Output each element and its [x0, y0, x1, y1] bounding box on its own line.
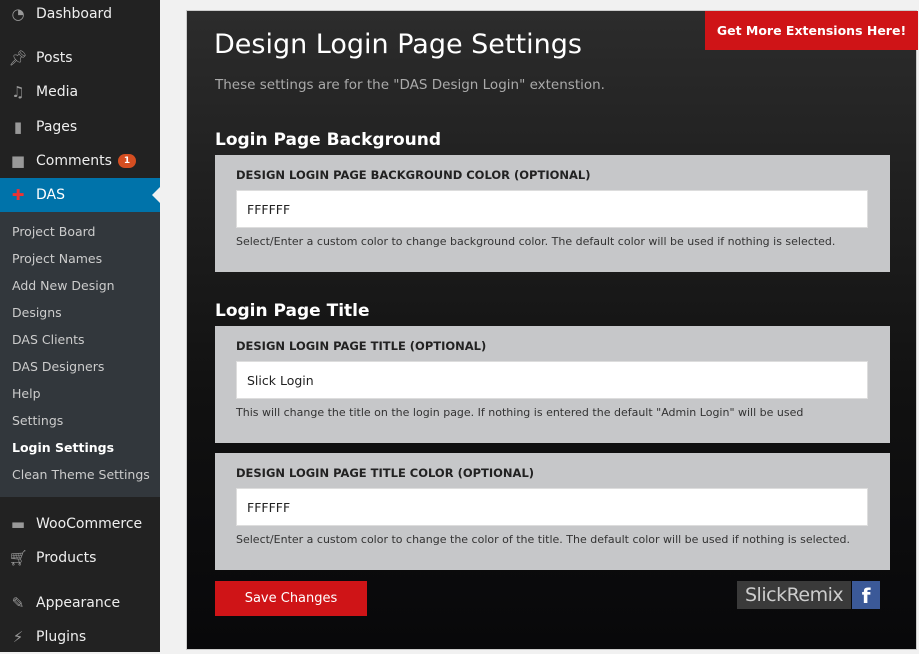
- menu-media[interactable]: ♫ Media: [0, 75, 160, 109]
- menu-pages[interactable]: ▮ Pages: [0, 110, 160, 144]
- menu-das[interactable]: ✚ DAS: [0, 178, 160, 212]
- submenu-item[interactable]: Project Names: [12, 251, 102, 266]
- das-icon: ✚: [11, 186, 25, 204]
- login-title-input[interactable]: [236, 361, 868, 399]
- pin-icon: 📌︎: [8, 49, 28, 67]
- get-extensions-button[interactable]: Get More Extensions Here!: [705, 11, 918, 50]
- cart-icon: 🛒︎: [8, 549, 28, 567]
- menu-dashboard[interactable]: ◔ Dashboard: [0, 0, 160, 31]
- section-title: Login Page Title: [215, 301, 370, 321]
- slickremix-wordmark[interactable]: SlickRemix: [737, 581, 852, 609]
- menu-label: Plugins: [36, 629, 87, 645]
- submenu-item[interactable]: Help: [12, 386, 41, 401]
- field-description: Select/Enter a custom color to change th…: [236, 533, 851, 546]
- comment-icon: ■: [10, 152, 26, 170]
- brush-icon: ✎: [11, 594, 25, 612]
- slickremix-logo[interactable]: SlickRemix f: [737, 581, 881, 609]
- admin-sidebar: ◔ Dashboard 📌︎ Posts ♫ Media ▮ Pages ■ Commen…: [0, 0, 160, 652]
- save-changes-button[interactable]: Save Changes: [215, 581, 367, 616]
- menu-posts[interactable]: 📌︎ Posts: [0, 41, 160, 75]
- plug-icon: ⚡: [12, 628, 24, 646]
- menu-products[interactable]: 🛒︎ Products: [0, 541, 160, 575]
- menu-plugins[interactable]: ⚡ Plugins: [0, 620, 160, 654]
- field-label: DESIGN LOGIN PAGE TITLE COLOR (OPTIONAL): [236, 466, 535, 480]
- menu-label: Dashboard: [36, 6, 112, 22]
- submenu-item[interactable]: Project Board: [12, 224, 95, 239]
- pages-icon: ▮: [13, 118, 23, 136]
- submenu-item[interactable]: Add New Design: [12, 278, 115, 293]
- menu-comments[interactable]: ■ Comments 1: [0, 144, 160, 178]
- settings-panel: Get More Extensions Here! Design Login P…: [186, 10, 918, 650]
- page-subtitle: These settings are for the "DAS Design L…: [215, 77, 605, 93]
- submenu-item[interactable]: DAS Clients: [12, 332, 85, 347]
- menu-label: Products: [36, 550, 97, 566]
- submenu-item-current[interactable]: Login Settings: [12, 440, 114, 455]
- page-title: Design Login Page Settings: [214, 29, 582, 60]
- media-icon: ♫: [11, 83, 25, 101]
- das-submenu: Project Board Project Names Add New Desi…: [0, 212, 160, 497]
- submenu-item[interactable]: DAS Designers: [12, 359, 104, 374]
- field-group: DESIGN LOGIN PAGE TITLE (OPTIONAL) This …: [215, 326, 890, 443]
- field-description: Select/Enter a custom color to change ba…: [236, 235, 836, 248]
- dashboard-icon: ◔: [11, 5, 25, 23]
- submenu-item[interactable]: Settings: [12, 413, 63, 428]
- section-title: Login Page Background: [215, 130, 442, 150]
- menu-label: WooCommerce: [36, 516, 143, 532]
- menu-label: Comments: [36, 153, 112, 169]
- comment-count-badge: 1: [117, 154, 137, 168]
- menu-woocommerce[interactable]: ▬ WooCommerce: [0, 507, 160, 541]
- field-description: This will change the title on the login …: [236, 406, 804, 419]
- menu-label: DAS: [36, 187, 65, 203]
- submenu-item[interactable]: Clean Theme Settings: [12, 467, 150, 482]
- menu-label: Pages: [36, 119, 78, 135]
- facebook-icon[interactable]: f: [852, 581, 881, 609]
- menu-label: Posts: [36, 50, 73, 66]
- field-label: DESIGN LOGIN PAGE BACKGROUND COLOR (OPTI…: [236, 168, 591, 182]
- field-group: DESIGN LOGIN PAGE BACKGROUND COLOR (OPTI…: [215, 155, 890, 272]
- woo-icon: ▬: [10, 515, 26, 533]
- field-label: DESIGN LOGIN PAGE TITLE (OPTIONAL): [236, 339, 487, 353]
- title-color-input[interactable]: [236, 488, 868, 526]
- submenu-item[interactable]: Designs: [12, 305, 62, 320]
- menu-label: Appearance: [36, 595, 121, 611]
- menu-label: Media: [36, 84, 79, 100]
- field-group: DESIGN LOGIN PAGE TITLE COLOR (OPTIONAL)…: [215, 453, 890, 570]
- background-color-input[interactable]: [236, 190, 868, 228]
- menu-appearance[interactable]: ✎ Appearance: [0, 586, 160, 620]
